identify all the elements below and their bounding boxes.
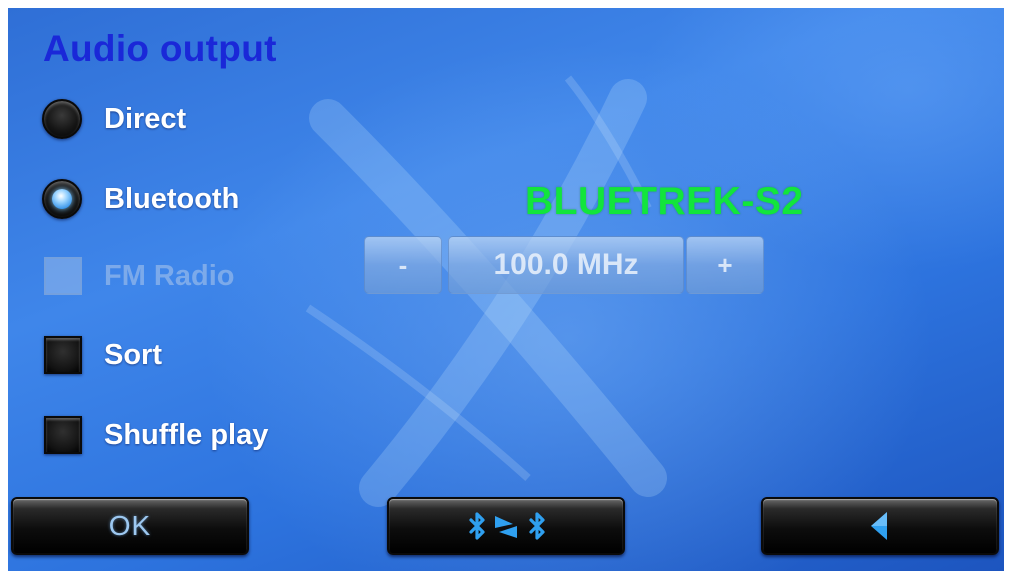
sort-checkbox[interactable] (44, 336, 82, 374)
page-title: Audio output (43, 28, 277, 69)
ok-button[interactable]: OK (11, 497, 249, 555)
frequency-decrease-button: - (364, 236, 442, 294)
option-bluetooth[interactable]: Bluetooth (42, 177, 239, 221)
direct-radio[interactable] (42, 99, 82, 139)
option-fm-radio: FM Radio (42, 254, 235, 298)
frequency-increase-button: + (686, 236, 764, 294)
shuffle-play-label: Shuffle play (104, 418, 269, 451)
audio-output-screen: Audio output Direct Bluetooth FM Radio S… (8, 8, 1004, 571)
back-button[interactable] (761, 497, 999, 555)
bluetooth-switch-button[interactable] (387, 497, 625, 555)
bluetooth-label: Bluetooth (104, 182, 240, 215)
shuffle-play-checkbox[interactable] (44, 416, 82, 454)
fm-radio-label: FM Radio (104, 259, 235, 292)
option-shuffle-play[interactable]: Shuffle play (42, 413, 268, 457)
option-direct[interactable]: Direct (42, 97, 186, 141)
direct-label: Direct (104, 102, 187, 135)
fm-radio-checkbox (44, 257, 82, 295)
bluetooth-device-name: BLUETREK-S2 (525, 180, 804, 223)
ok-label: OK (108, 510, 152, 541)
sort-label: Sort (104, 338, 162, 371)
back-arrow-icon (871, 512, 887, 540)
bluetooth-transfer-icon (469, 512, 545, 540)
option-sort[interactable]: Sort (42, 333, 162, 377)
bluetooth-radio[interactable] (42, 179, 82, 219)
frequency-display: 100.0 MHz (448, 236, 684, 294)
